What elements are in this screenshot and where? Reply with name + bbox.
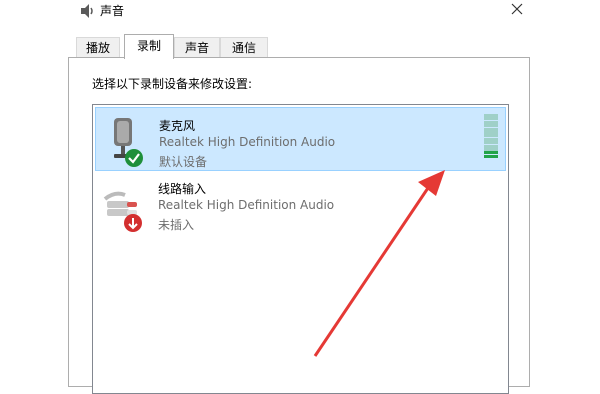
device-status: 未插入 <box>158 218 195 232</box>
unplugged-badge-icon <box>124 214 142 232</box>
device-item-microphone[interactable]: 麦克风 Realtek High Definition Audio 默认设备 <box>95 107 506 171</box>
microphone-icon <box>114 118 143 167</box>
check-badge-icon <box>125 149 143 167</box>
tab-bar: 播放 录制 声音 通信 <box>68 34 538 59</box>
level-meter <box>484 114 498 158</box>
line-in-icon <box>103 191 142 232</box>
device-status: 默认设备 <box>159 155 208 169</box>
recording-device-list[interactable]: 麦克风 Realtek High Definition Audio 默认设备 线… <box>92 104 509 394</box>
tab-sounds[interactable]: 声音 <box>174 37 220 57</box>
instruction-label: 选择以下录制设备来修改设置: <box>92 77 253 91</box>
window-title: 声音 <box>100 4 125 18</box>
device-item-line-in[interactable]: 线路输入 Realtek High Definition Audio 未插入 <box>95 171 506 235</box>
device-name: 线路输入 <box>158 182 207 196</box>
device-driver: Realtek High Definition Audio <box>159 135 336 149</box>
level-meter-segment <box>484 154 498 158</box>
device-driver: Realtek High Definition Audio <box>158 198 335 212</box>
speaker-icon <box>81 4 93 18</box>
close-button[interactable] <box>504 0 530 20</box>
tab-communications[interactable]: 通信 <box>220 37 268 57</box>
tab-playback[interactable]: 播放 <box>76 37 120 57</box>
title-bar: 声音 <box>0 0 600 26</box>
device-name: 麦克风 <box>159 119 196 133</box>
close-icon <box>511 3 523 15</box>
tab-recording[interactable]: 录制 <box>124 34 174 59</box>
